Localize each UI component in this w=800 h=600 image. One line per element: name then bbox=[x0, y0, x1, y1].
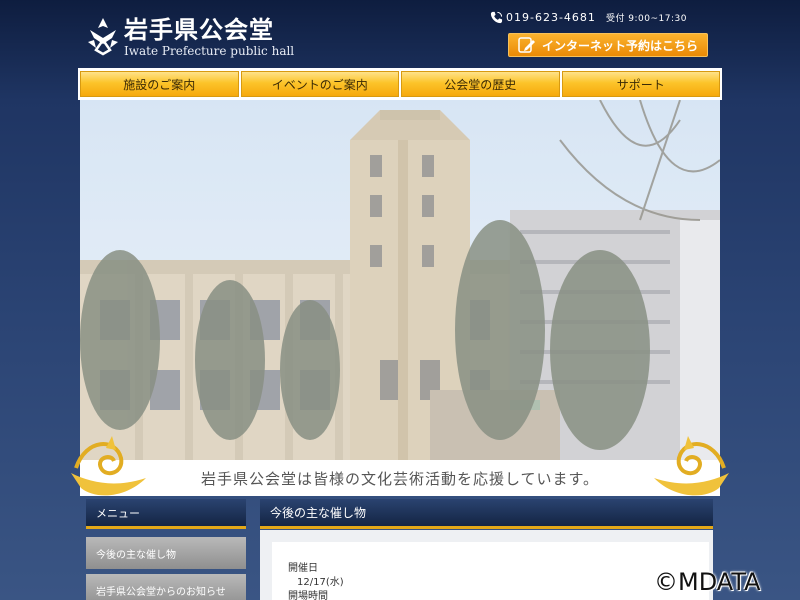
site-logo[interactable]: 岩手県公会堂 Iwate Prefecture public hall bbox=[86, 16, 294, 58]
pen-icon bbox=[518, 37, 535, 53]
nav-item-support[interactable]: サポート bbox=[561, 71, 720, 97]
gold-ornament-icon bbox=[654, 436, 729, 496]
nav-item-history[interactable]: 公会堂の歴史 bbox=[401, 71, 560, 97]
site-subtitle: Iwate Prefecture public hall bbox=[124, 44, 295, 58]
event-time-label: 開場時間 bbox=[288, 591, 328, 600]
phone-icon bbox=[490, 11, 503, 24]
hero-tagline: 岩手県公会堂は皆様の文化芸術活動を応援しています。 bbox=[200, 469, 600, 488]
event-date-value: 12/17(水) bbox=[297, 577, 344, 588]
event-date-label: 開催日 bbox=[288, 563, 318, 574]
sidebar-item-announcements[interactable]: 岩手県公会堂からのお知らせ bbox=[86, 574, 246, 600]
online-reservation-button[interactable]: インターネット予約はこちら bbox=[508, 33, 708, 57]
sidebar-item-upcoming-events[interactable]: 今後の主な催し物 bbox=[86, 537, 246, 569]
gold-ornament-icon bbox=[71, 436, 146, 496]
reservation-label: インターネット予約はこちら bbox=[541, 38, 698, 53]
contact-info: 019-623-4681 受付 9:00~17:30 bbox=[490, 11, 687, 24]
copyright-watermark: ©MDATA bbox=[654, 568, 761, 596]
tagline-band: 岩手県公会堂は皆様の文化芸術活動を応援しています。 bbox=[80, 460, 720, 496]
global-nav: 施設のご案内 イベントのご案内 公会堂の歴史 サポート bbox=[78, 68, 722, 100]
hero-image bbox=[80, 100, 720, 460]
business-hours: 受付 9:00~17:30 bbox=[605, 14, 687, 24]
nav-item-events[interactable]: イベントのご案内 bbox=[240, 71, 399, 97]
phone-number: 019-623-4681 bbox=[506, 11, 596, 24]
main-section-title: 今後の主な催し物 bbox=[260, 499, 713, 529]
sidebar-title: メニュー bbox=[86, 499, 246, 529]
site-title: 岩手県公会堂 bbox=[124, 16, 274, 44]
event-card bbox=[272, 542, 709, 600]
prefecture-emblem-icon bbox=[88, 18, 118, 56]
nav-item-facility[interactable]: 施設のご案内 bbox=[80, 71, 239, 97]
